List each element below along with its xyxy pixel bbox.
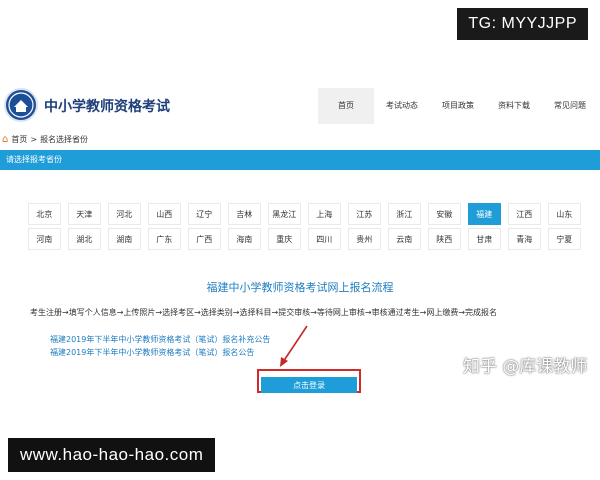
watermark-bottom: www.hao-hao-hao.com <box>8 438 216 472</box>
watermark-zhihu: 知乎 @库课教师 <box>463 357 588 377</box>
login-button[interactable]: 点击登录 <box>261 377 357 393</box>
watermark-top: TG: MYYJJPP <box>457 8 588 40</box>
login-highlight: 点击登录 <box>257 369 361 393</box>
annotation-arrow-icon <box>280 325 308 367</box>
